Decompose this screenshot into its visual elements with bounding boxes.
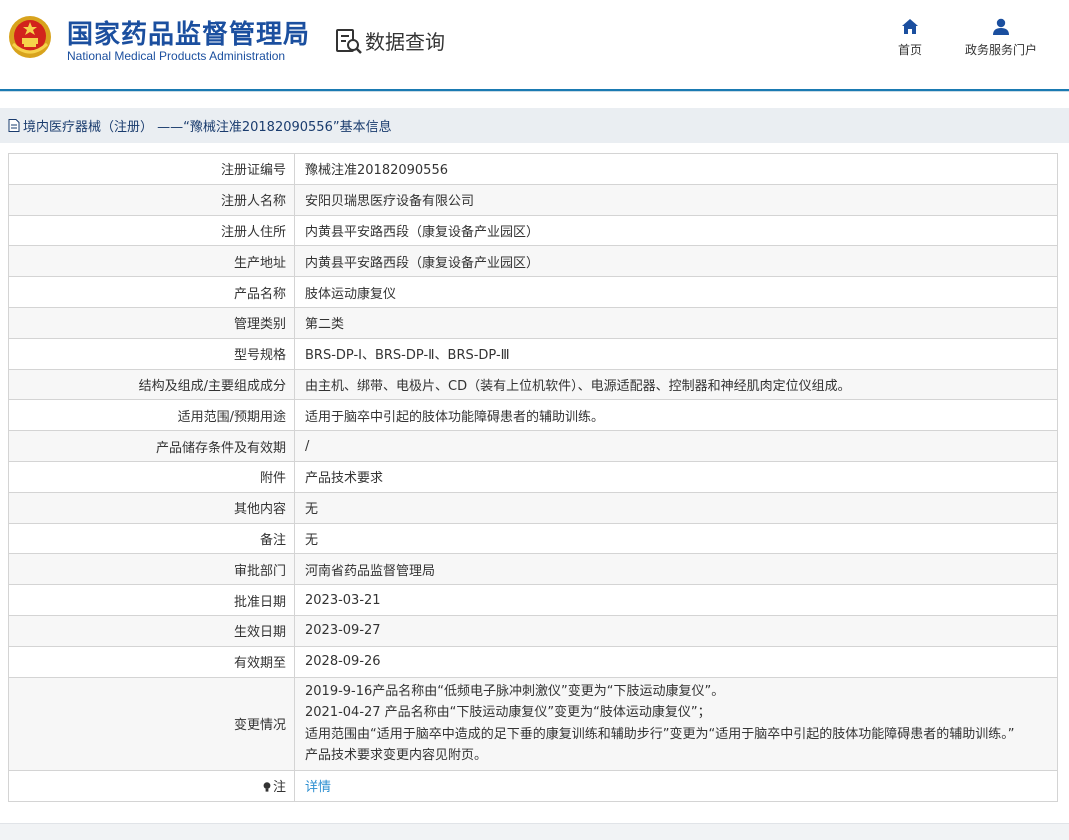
row-label: 管理类别 — [8, 306, 295, 339]
nav-service-portal[interactable]: 政务服务门户 — [956, 18, 1046, 58]
table-row-note: 注 详情 — [8, 769, 1058, 802]
table-row: 审批部门 河南省药品监督管理局 — [8, 553, 1058, 586]
row-label: 注册证编号 — [8, 153, 295, 185]
site-header: 国家药品监督管理局 National Medical Products Admi… — [0, 0, 1069, 92]
row-label: 注册人住所 — [8, 214, 295, 247]
change-history-line: 产品技术要求变更内容见附页。 — [305, 748, 488, 764]
row-label-note: 注 — [8, 769, 295, 802]
table-row: 有效期至 2028-09-26 — [8, 645, 1058, 678]
table-row: 生产地址 内黄县平安路西段（康复设备产业园区） — [8, 245, 1058, 278]
document-icon — [8, 119, 20, 132]
note-value: 详情 — [294, 769, 1058, 802]
row-value: 2023-03-21 — [294, 584, 1058, 616]
breadcrumb: 境内医疗器械（注册） ——“豫械注准20182090556”基本信息 — [0, 108, 1069, 143]
user-icon — [993, 18, 1009, 35]
row-value: 豫械注准20182090556 — [294, 153, 1058, 185]
row-value: / — [294, 430, 1058, 462]
table-row: 产品名称 肢体运动康复仪 — [8, 276, 1058, 308]
row-label: 适用范围/预期用途 — [8, 399, 295, 432]
row-label: 备注 — [8, 522, 295, 555]
row-value: 由主机、绑带、电极片、CD（装有上位机软件）、电源适配器、控制器和神经肌肉定位仪… — [294, 368, 1058, 401]
row-label: 变更情况 — [8, 676, 295, 771]
table-row: 型号规格 BRS-DP-Ⅰ、BRS-DP-Ⅱ、BRS-DP-Ⅲ — [8, 337, 1058, 370]
nav-portal-label: 政务服务门户 — [964, 43, 1037, 57]
page-footer-strip — [0, 823, 1069, 840]
table-row: 结构及组成/主要组成成分 由主机、绑带、电极片、CD（装有上位机软件）、电源适配器… — [8, 368, 1058, 401]
table-row: 产品储存条件及有效期 / — [8, 430, 1058, 462]
row-label: 产品名称 — [8, 276, 295, 308]
row-value: 2028-09-26 — [294, 645, 1058, 678]
header-divider-shadow — [0, 91, 1069, 92]
row-value: 肢体运动康复仪 — [294, 276, 1058, 308]
row-value: 无 — [294, 522, 1058, 555]
change-history-value: 2019-9-16产品名称由“低频电子脉冲刺激仪”变更为“下肢运动康复仪”。 20… — [294, 676, 1058, 771]
change-history-line: 适用范围由“适用于脑卒中造成的足下垂的康复训练和辅助步行”变更为“适用于脑卒中引… — [305, 726, 1015, 742]
row-value: 2023-09-27 — [294, 614, 1058, 647]
row-value: 河南省药品监督管理局 — [294, 553, 1058, 586]
row-label: 批准日期 — [8, 584, 295, 616]
row-label: 结构及组成/主要组成成分 — [8, 368, 295, 401]
national-emblem-icon — [9, 16, 51, 58]
home-icon — [902, 19, 918, 34]
data-query-icon — [336, 28, 362, 54]
table-row: 管理类别 第二类 — [8, 306, 1058, 339]
table-row: 备注无 — [8, 522, 1058, 555]
table-row: 附件 产品技术要求 — [8, 460, 1058, 493]
row-label: 注册人名称 — [8, 183, 295, 216]
row-value: 第二类 — [294, 306, 1058, 339]
row-label: 附件 — [8, 460, 295, 493]
table-row: 注册人住所 内黄县平安路西段（康复设备产业园区） — [8, 214, 1058, 247]
row-label: 产品储存条件及有效期 — [8, 430, 295, 462]
table-row: 注册证编号 豫械注准20182090556 — [8, 153, 1058, 185]
data-query-title: 数据查询 — [365, 30, 445, 54]
agency-title-en: National Medical Products Administration — [67, 49, 286, 63]
change-history-line: 2019-9-16产品名称由“低频电子脉冲刺激仪”变更为“下肢运动康复仪”。 — [305, 683, 725, 699]
row-value: 产品技术要求 — [294, 460, 1058, 493]
row-label: 型号规格 — [8, 337, 295, 370]
row-label: 生产地址 — [8, 245, 295, 278]
breadcrumb-text: 境内医疗器械（注册） ——“豫械注准20182090556”基本信息 — [23, 120, 392, 135]
table-row: 生效日期 2023-09-27 — [8, 614, 1058, 647]
nav-home-label: 首页 — [897, 43, 922, 57]
table-row: 注册人名称 安阳贝瑞思医疗设备有限公司 — [8, 183, 1058, 216]
row-value: 无 — [294, 491, 1058, 524]
row-value: BRS-DP-Ⅰ、BRS-DP-Ⅱ、BRS-DP-Ⅲ — [294, 337, 1058, 370]
table-row: 批准日期 2023-03-21 — [8, 584, 1058, 616]
registration-info-table: 注册证编号 豫械注准20182090556 注册人名称 安阳贝瑞思医疗设备有限公司 注册… — [8, 153, 1058, 802]
change-history-line: 2021-04-27 产品名称由“下肢运动康复仪”变更为“肢体运动康复仪”； — [305, 705, 711, 721]
note-label: 注 — [272, 780, 286, 796]
nav-home[interactable]: 首页 — [893, 18, 927, 58]
row-value: 内黄县平安路西段（康复设备产业园区） — [294, 245, 1058, 278]
row-label: 审批部门 — [8, 553, 295, 586]
row-value: 适用于脑卒中引起的肢体功能障碍患者的辅助训练。 — [294, 399, 1058, 432]
row-value: 安阳贝瑞思医疗设备有限公司 — [294, 183, 1058, 216]
data-query-heading: 数据查询 — [335, 26, 445, 55]
lightbulb-icon — [263, 782, 271, 792]
row-label: 生效日期 — [8, 614, 295, 647]
row-label: 其他内容 — [8, 491, 295, 524]
row-value: 内黄县平安路西段（康复设备产业园区） — [294, 214, 1058, 247]
row-label: 有效期至 — [8, 645, 295, 678]
table-row: 适用范围/预期用途 适用于脑卒中引起的肢体功能障碍患者的辅助训练。 — [8, 399, 1058, 432]
table-row: 其他内容无 — [8, 491, 1058, 524]
table-row-change-history: 变更情况 2019-9-16产品名称由“低频电子脉冲刺激仪”变更为“下肢运动康复仪… — [8, 676, 1058, 771]
agency-title-cn: 国家药品监督管理局 — [67, 20, 311, 50]
details-link[interactable]: 详情 — [305, 780, 331, 795]
